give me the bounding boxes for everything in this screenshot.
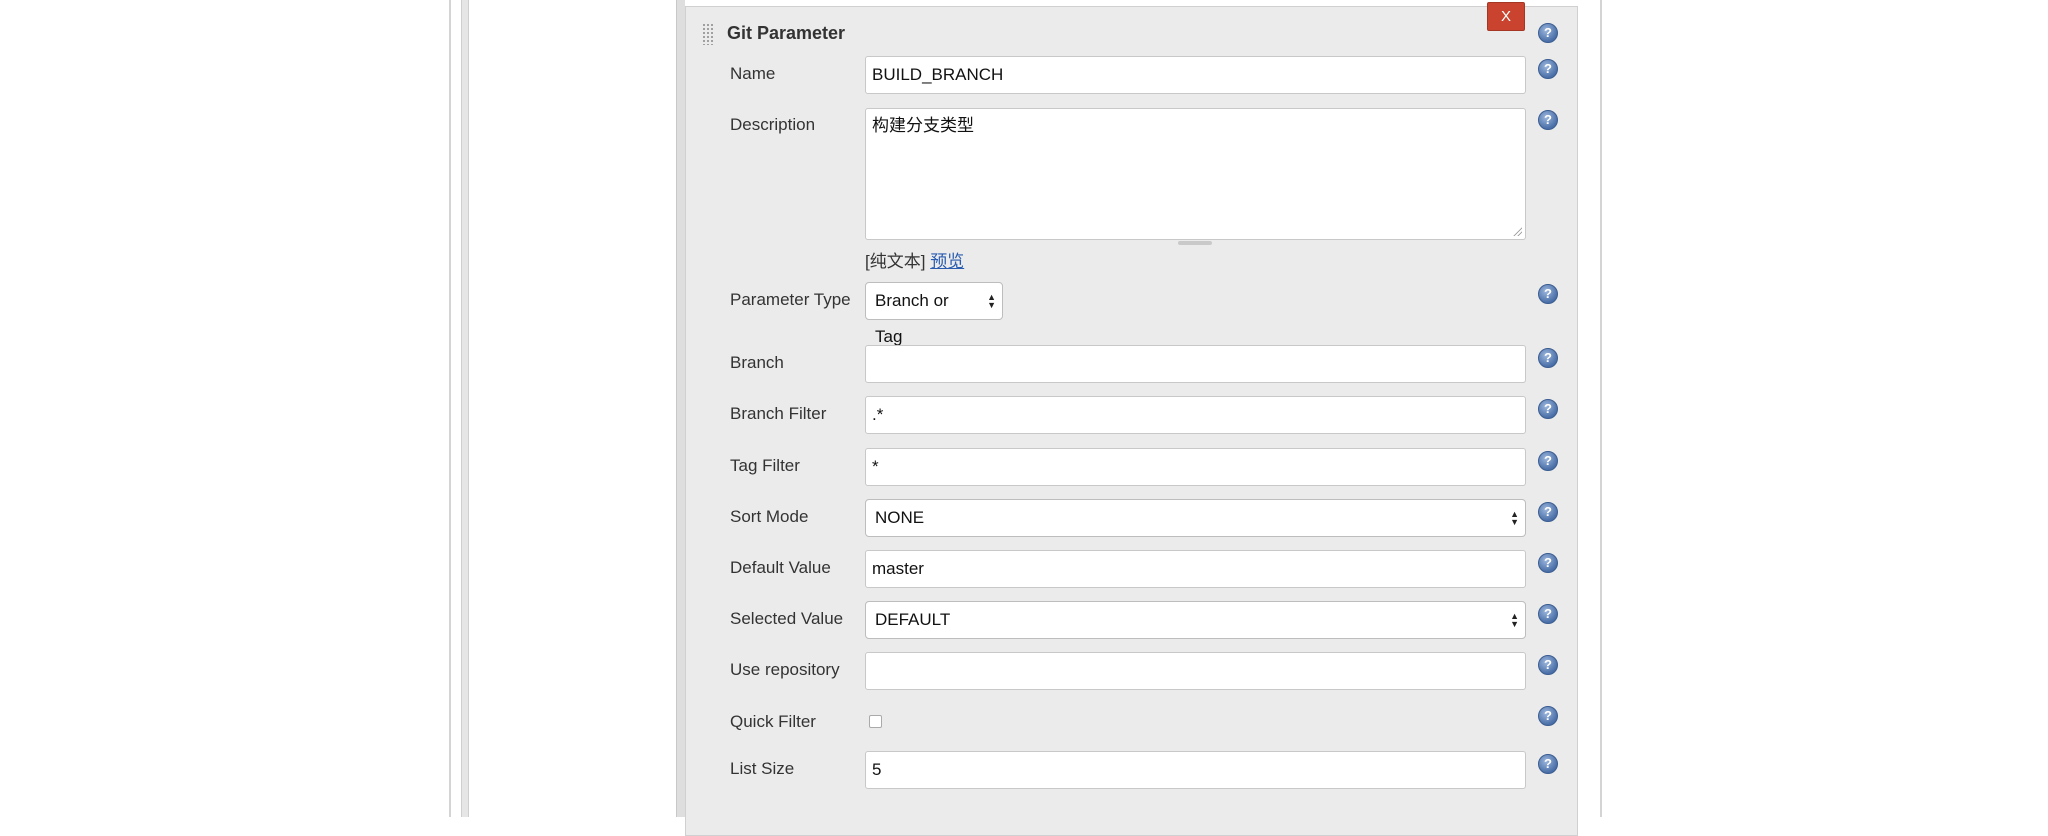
description-textarea[interactable]: 构建分支类型: [865, 108, 1526, 240]
tag-filter-label: Tag Filter: [730, 456, 800, 475]
section-bar: [461, 0, 469, 817]
help-icon-sort-mode[interactable]: ?: [1538, 502, 1558, 522]
help-icon-list-size[interactable]: ?: [1538, 754, 1558, 774]
branch-filter-label: Branch Filter: [730, 404, 827, 423]
help-icon-quick-filter[interactable]: ?: [1538, 706, 1558, 726]
help-icon-use-repository[interactable]: ?: [1538, 655, 1558, 675]
help-icon-branch[interactable]: ?: [1538, 348, 1558, 368]
branch-filter-input[interactable]: [865, 396, 1526, 434]
parameter-type-label: Parameter Type: [730, 290, 851, 309]
branch-label: Branch: [730, 353, 784, 372]
name-input[interactable]: [865, 56, 1526, 94]
help-icon-parameter-type[interactable]: ?: [1538, 284, 1558, 304]
page-frame-left: [449, 0, 451, 817]
selected-value-select[interactable]: DEFAULT ▲ ▼: [865, 601, 1526, 639]
panel-drag-bar: [676, 0, 685, 817]
select-arrows-icon: ▲ ▼: [1510, 509, 1519, 527]
sort-mode-label: Sort Mode: [730, 507, 809, 526]
branch-input[interactable]: [865, 345, 1526, 383]
description-label: Description: [730, 115, 816, 134]
quick-filter-label: Quick Filter: [730, 712, 816, 731]
sort-mode-value: NONE: [875, 508, 925, 527]
use-repository-input[interactable]: [865, 652, 1526, 690]
quick-filter-checkbox[interactable]: [869, 715, 882, 728]
select-arrows-icon: ▲ ▼: [987, 292, 996, 310]
help-icon-panel[interactable]: ?: [1538, 23, 1558, 43]
selected-value-value: DEFAULT: [875, 610, 951, 629]
name-label: Name: [730, 64, 776, 83]
markup-formatter-note: [纯文本] 预览: [865, 247, 964, 272]
use-repository-label: Use repository: [730, 660, 840, 679]
delete-parameter-button[interactable]: X: [1487, 2, 1525, 31]
resize-corner-icon[interactable]: [1512, 226, 1522, 236]
default-value-label: Default Value: [730, 558, 831, 577]
help-icon-branch-filter[interactable]: ?: [1538, 399, 1558, 419]
textarea-resize-grip[interactable]: [1178, 241, 1212, 245]
panel-title: Git Parameter: [727, 23, 846, 43]
list-size-input[interactable]: [865, 751, 1526, 789]
select-arrows-icon: ▲ ▼: [1510, 611, 1519, 629]
selected-value-label: Selected Value: [730, 609, 844, 628]
page-frame-right: [1600, 0, 1602, 817]
parameter-type-select[interactable]: Branch or Tag ▲ ▼: [865, 282, 1003, 346]
help-icon-description[interactable]: ?: [1538, 110, 1558, 130]
help-icon-selected-value[interactable]: ?: [1538, 604, 1558, 624]
default-value-input[interactable]: [865, 550, 1526, 588]
help-icon-tag-filter[interactable]: ?: [1538, 451, 1558, 471]
help-icon-default-value[interactable]: ?: [1538, 553, 1558, 573]
help-icon-name[interactable]: ?: [1538, 59, 1558, 79]
list-size-label: List Size: [730, 759, 795, 778]
drag-handle-icon[interactable]: [702, 23, 714, 45]
plain-text-label: [纯文本]: [865, 252, 926, 271]
preview-link[interactable]: 预览: [930, 252, 964, 271]
tag-filter-input[interactable]: [865, 448, 1526, 486]
sort-mode-select[interactable]: NONE ▲ ▼: [865, 499, 1526, 537]
